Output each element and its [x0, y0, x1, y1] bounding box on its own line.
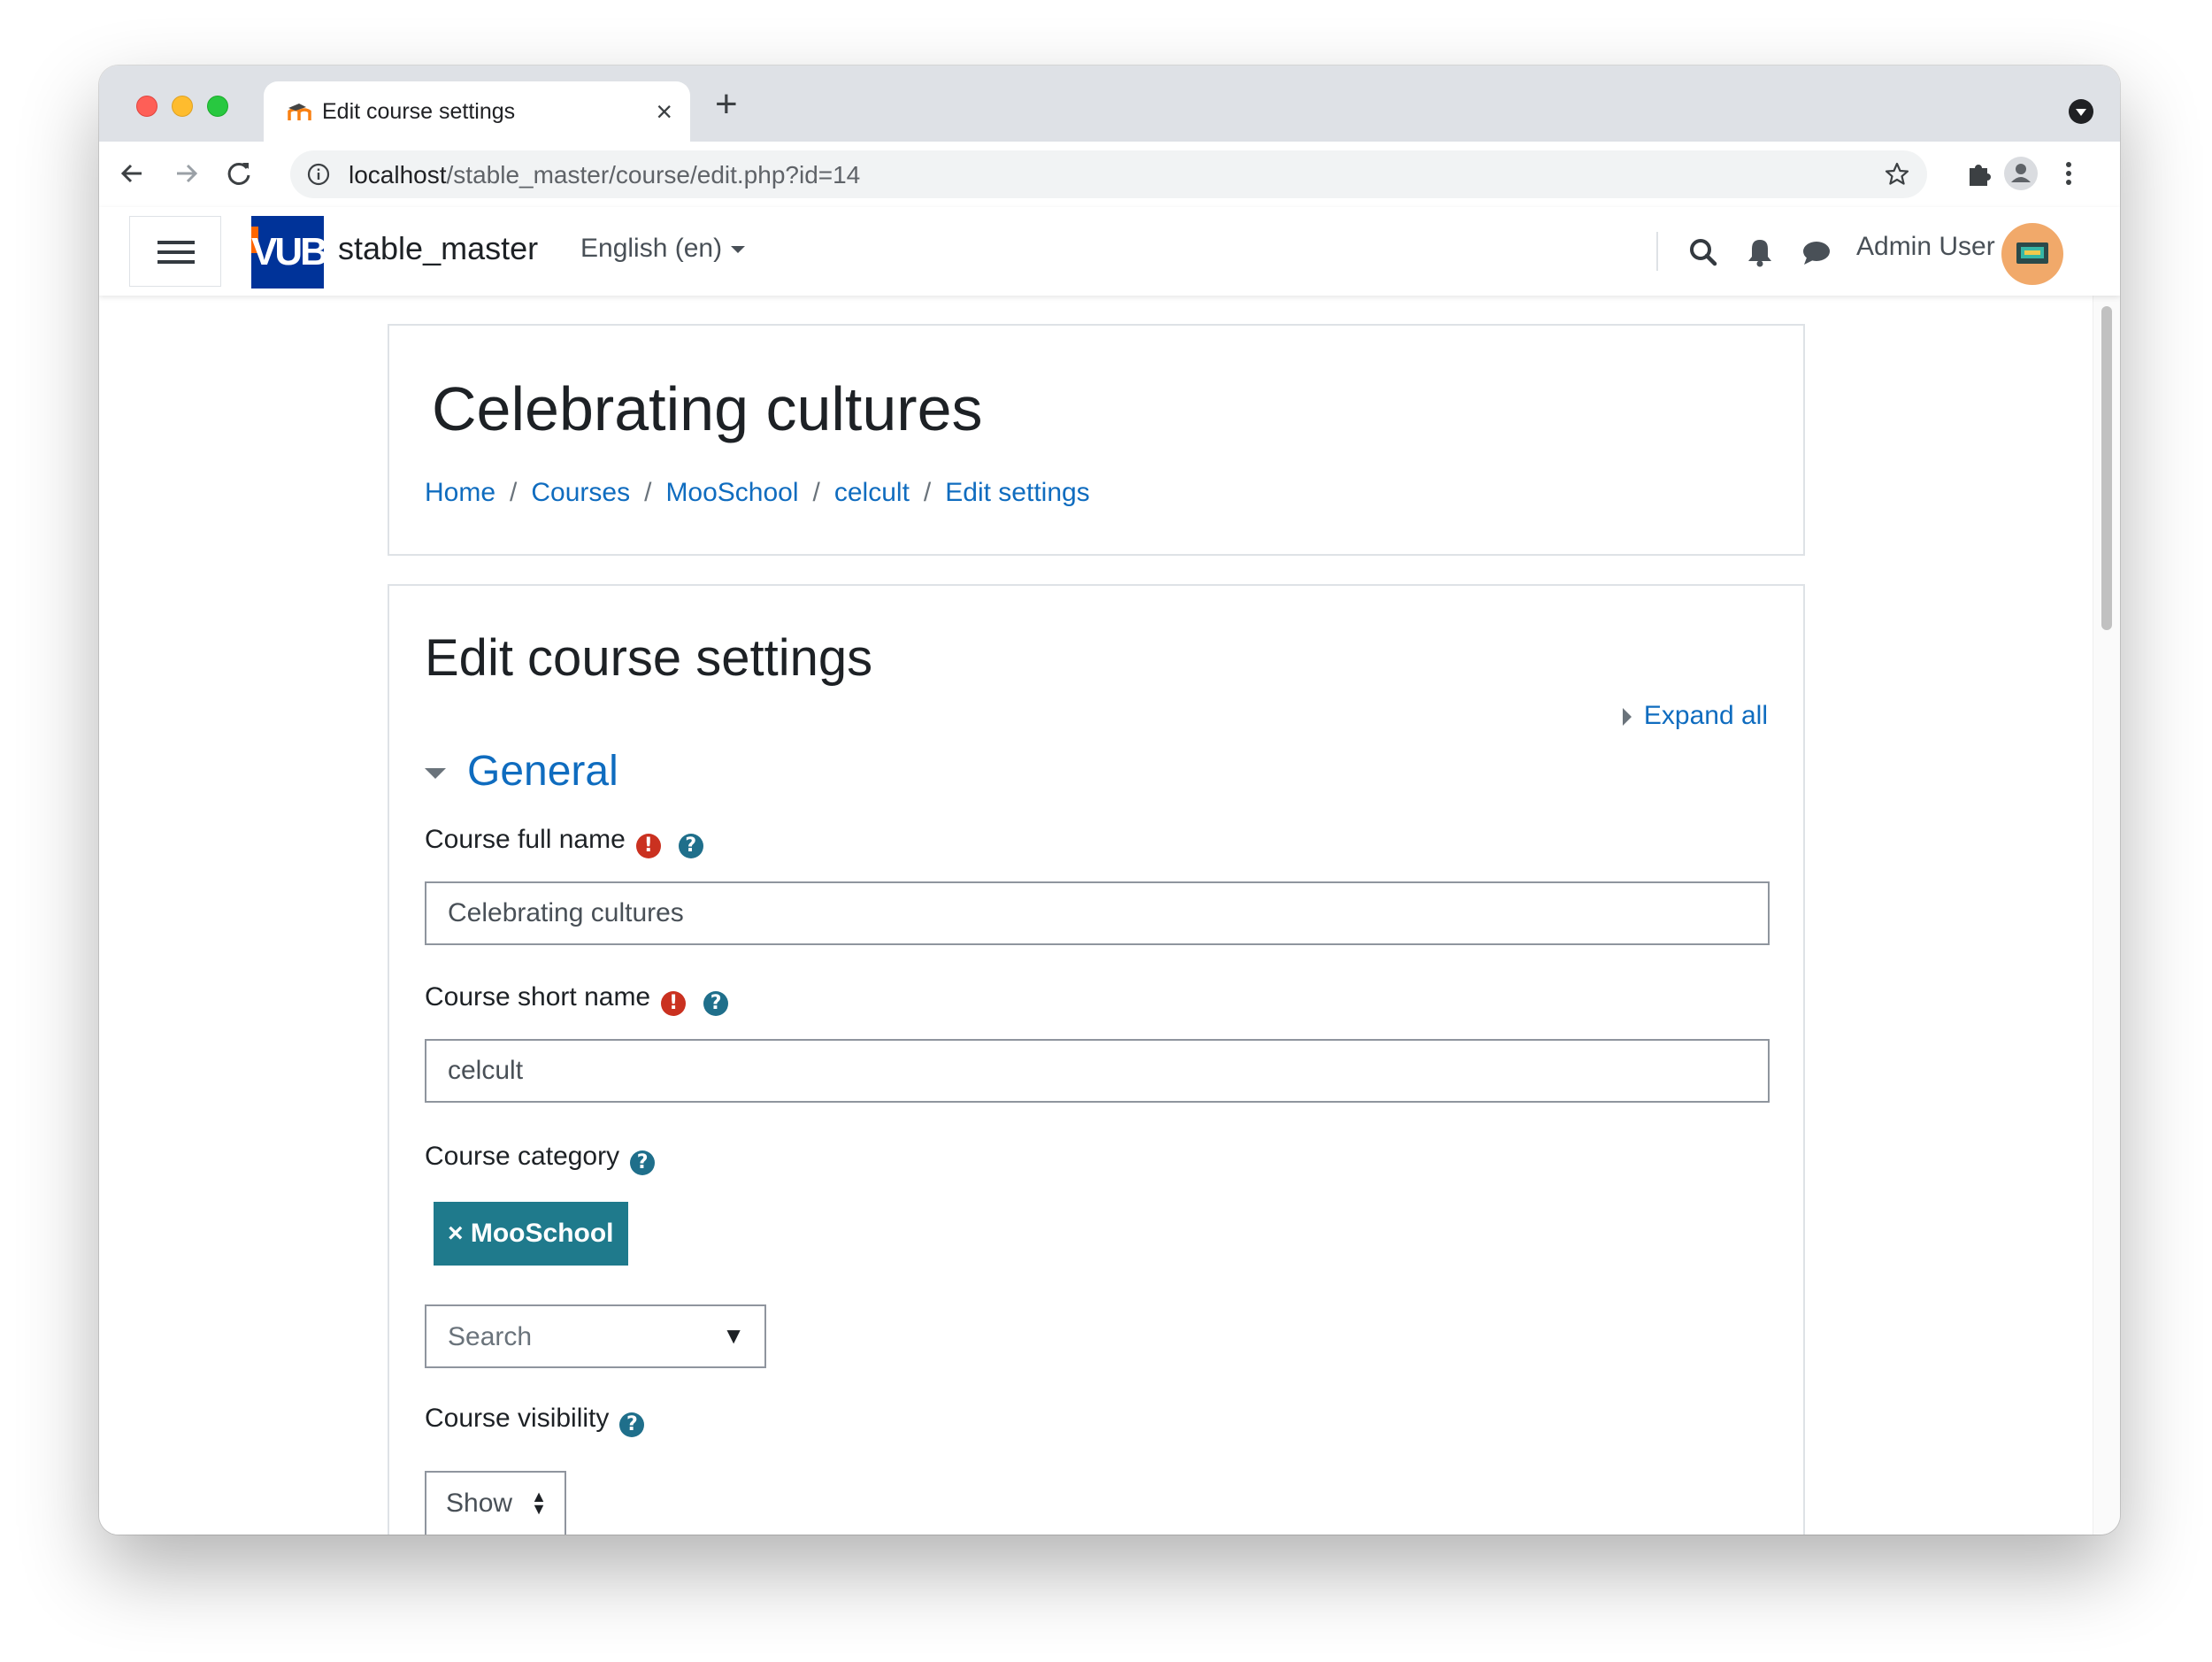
extensions-puzzle-icon[interactable]	[1962, 156, 1998, 191]
course-full-name-input[interactable]: Celebrating cultures	[425, 881, 1770, 945]
tab-search-icon[interactable]	[2069, 99, 2093, 124]
caret-down-icon	[731, 246, 746, 254]
language-menu[interactable]: English (en)	[580, 234, 746, 264]
visibility-label-row: Course visibility?	[425, 1404, 645, 1437]
help-icon[interactable]: ?	[678, 834, 703, 858]
breadcrumb-home[interactable]: Home	[425, 478, 495, 507]
browser-menu-icon[interactable]	[2051, 156, 2086, 191]
address-bar[interactable]: localhost/stable_master/course/edit.php?…	[290, 150, 1927, 198]
caret-down-icon	[425, 768, 446, 780]
site-name-link[interactable]: stable_master	[338, 230, 538, 267]
site-info-icon[interactable]	[306, 162, 331, 187]
language-label: English (en)	[580, 234, 723, 263]
drawer-toggle-button[interactable]	[129, 216, 221, 287]
section-general-label: General	[467, 748, 618, 795]
page-scrollbar[interactable]	[2093, 296, 2120, 1535]
user-avatar[interactable]	[2001, 223, 2063, 285]
notifications-bell-icon[interactable]	[1743, 235, 1777, 269]
page-content: Celebrating cultures Home / Courses / MooSch…	[99, 296, 2093, 1535]
help-icon[interactable]: ?	[703, 991, 729, 1016]
hamburger-line	[157, 250, 195, 254]
url-text[interactable]: localhost/stable_master/course/edit.php?…	[349, 161, 860, 189]
breadcrumb-courses[interactable]: Courses	[531, 478, 630, 507]
page-header: Celebrating cultures Home / Courses / MooSch…	[388, 324, 1805, 556]
reload-icon[interactable]	[219, 154, 258, 193]
bookmark-star-icon[interactable]	[1883, 160, 1911, 189]
selected-category-tag[interactable]: × MooSchool	[434, 1202, 628, 1266]
back-arrow-icon[interactable]	[113, 154, 152, 193]
minimize-window-button[interactable]	[172, 96, 193, 117]
scrollbar-thumb[interactable]	[2101, 306, 2112, 630]
hamburger-line	[157, 241, 195, 244]
full-name-label-row: Course full name!?	[425, 825, 703, 858]
breadcrumb-separator: /	[812, 478, 820, 507]
breadcrumb-separator: /	[644, 478, 652, 507]
course-short-name-input[interactable]: celcult	[425, 1039, 1770, 1103]
breadcrumb-course[interactable]: celcult	[834, 478, 910, 507]
category-label: Course category	[425, 1142, 620, 1171]
course-visibility-select[interactable]: Show ▲ ▼	[425, 1471, 566, 1535]
help-icon[interactable]: ?	[619, 1412, 645, 1437]
full-name-label: Course full name	[425, 825, 626, 854]
close-window-button[interactable]	[136, 96, 157, 117]
visibility-value: Show	[446, 1489, 513, 1518]
short-name-label-row: Course short name!?	[425, 982, 729, 1016]
logo-text: VUB	[251, 230, 324, 273]
edit-course-form: Edit course settings Expand all General …	[388, 584, 1805, 1535]
site-navbar: VUB stable_master English (en) Admin Use…	[99, 207, 2120, 296]
profile-avatar-icon[interactable]	[2003, 156, 2039, 191]
short-name-label: Course short name	[425, 982, 651, 1012]
tab-strip: Edit course settings × +	[99, 65, 2120, 142]
dropdown-arrow-icon[interactable]: ▼	[722, 1322, 745, 1350]
section-general-toggle[interactable]: General	[425, 747, 618, 796]
category-label-row: Course category?	[425, 1142, 656, 1175]
browser-window: Edit course settings × + localhost/stabl…	[99, 65, 2120, 1535]
breadcrumb-category[interactable]: MooSchool	[665, 478, 798, 507]
breadcrumb-separator: /	[510, 478, 518, 507]
search-icon[interactable]	[1686, 235, 1720, 269]
tab-title: Edit course settings	[322, 99, 516, 124]
category-search-select[interactable]: Search ▼	[425, 1304, 766, 1368]
page-title: Celebrating cultures	[432, 374, 983, 443]
navbar-divider	[1656, 232, 1658, 271]
expand-all-link[interactable]: Expand all	[1622, 701, 1768, 731]
visibility-label: Course visibility	[425, 1404, 610, 1433]
updown-arrows-icon: ▲ ▼	[531, 1488, 547, 1518]
help-icon[interactable]: ?	[630, 1150, 656, 1175]
url-host: localhost	[349, 161, 447, 189]
breadcrumb: Home / Courses / MooSchool / celcult / Edit sett…	[425, 478, 1090, 508]
required-icon: !	[661, 991, 687, 1016]
hamburger-line	[157, 260, 195, 264]
expand-all-label: Expand all	[1643, 701, 1768, 730]
messages-chat-icon[interactable]	[1800, 235, 1833, 269]
required-icon: !	[635, 834, 661, 858]
breadcrumb-edit-settings[interactable]: Edit settings	[945, 478, 1089, 507]
browser-tab-active[interactable]: Edit course settings ×	[264, 81, 690, 142]
breadcrumb-separator: /	[923, 478, 932, 507]
form-title: Edit course settings	[425, 629, 873, 687]
maximize-window-button[interactable]	[207, 96, 228, 117]
site-logo[interactable]: VUB	[251, 216, 324, 289]
caret-right-icon	[1622, 708, 1632, 727]
user-menu-name[interactable]: Admin User	[1856, 232, 1995, 262]
browser-toolbar: localhost/stable_master/course/edit.php?…	[99, 142, 2120, 209]
url-path: /stable_master/course/edit.php?id=14	[446, 161, 861, 189]
tab-close-icon[interactable]: ×	[656, 94, 672, 129]
moodle-favicon-icon	[288, 104, 311, 120]
new-tab-button[interactable]: +	[715, 85, 738, 124]
forward-arrow-icon[interactable]	[166, 154, 205, 193]
category-search-placeholder: Search	[448, 1322, 533, 1351]
avatar-picture-icon	[2016, 242, 2048, 264]
